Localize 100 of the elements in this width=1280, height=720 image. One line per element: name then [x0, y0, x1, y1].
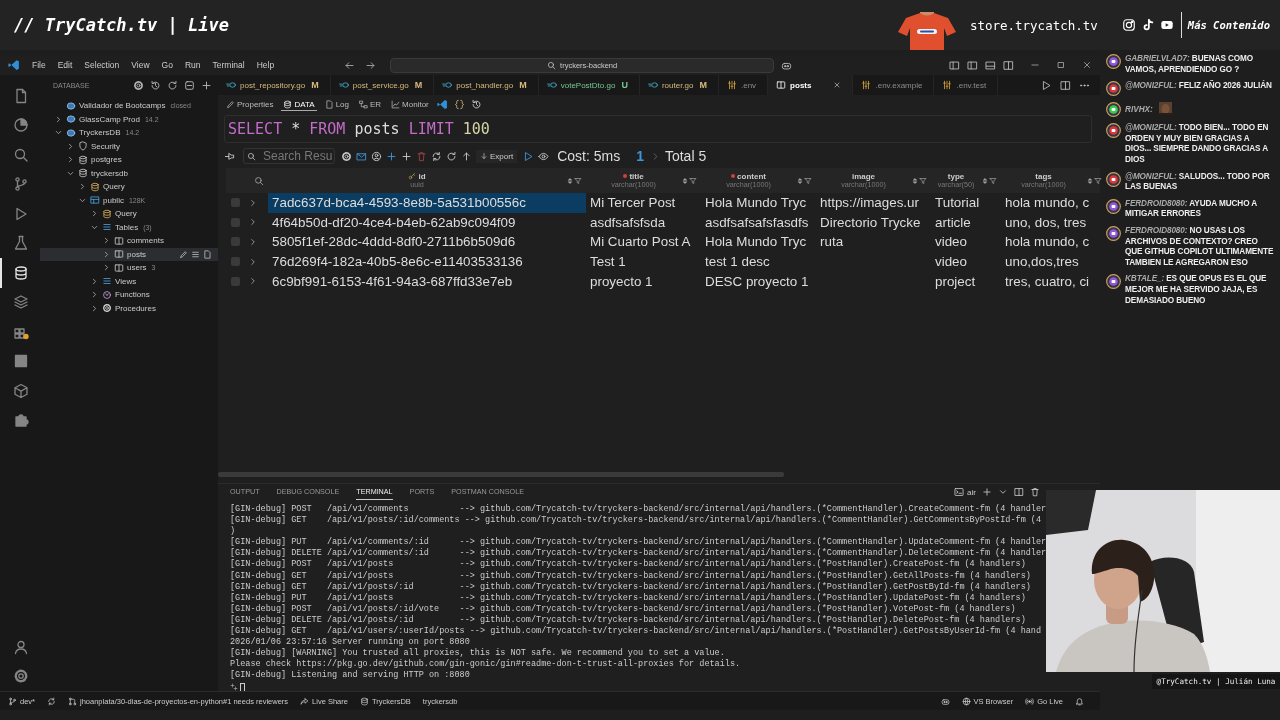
sort-icon[interactable] [796, 176, 804, 185]
add-icon[interactable] [386, 150, 397, 162]
tree-item[interactable]: comments [40, 234, 218, 248]
tree-item[interactable]: Query [40, 180, 218, 194]
add-icon[interactable] [982, 487, 992, 497]
file-icon[interactable] [203, 249, 212, 259]
editor-tab[interactable]: posts [768, 75, 854, 95]
tree-item[interactable]: posts [40, 247, 218, 261]
search-icon[interactable] [254, 175, 264, 186]
sort-icon[interactable] [681, 176, 689, 185]
editor-tab[interactable]: router.go M [639, 75, 719, 95]
sort-icon[interactable] [1086, 176, 1094, 185]
filter-icon[interactable] [804, 176, 812, 185]
menu-item[interactable]: Terminal [212, 60, 245, 70]
sync-icon[interactable] [47, 696, 56, 706]
chevron-icon[interactable] [66, 155, 75, 165]
editor-tab[interactable]: post_service.go M [330, 75, 435, 95]
editor-tab[interactable]: post_handler.go M [434, 75, 539, 95]
chevron-icon[interactable] [90, 276, 99, 286]
split-terminal-icon[interactable] [1014, 487, 1024, 497]
mail-icon[interactable] [356, 150, 367, 162]
sort-icon[interactable] [981, 176, 989, 185]
row-checkbox[interactable] [231, 257, 240, 267]
column-name[interactable]: type [947, 171, 965, 181]
search-field[interactable]: Search Resu [243, 148, 335, 164]
column-name[interactable]: image [851, 171, 876, 181]
edit-icon[interactable] [179, 249, 188, 259]
tree-item[interactable]: tryckersdb [40, 166, 218, 180]
expand-icon[interactable] [248, 217, 258, 228]
tree-item[interactable]: Security [40, 139, 218, 153]
editor-tab[interactable]: .env.example [853, 75, 935, 95]
menu-item[interactable]: Run [184, 60, 201, 70]
settings-icon[interactable] [13, 668, 29, 685]
store-url[interactable]: store.trycatch.tv [969, 17, 1098, 33]
filter-icon[interactable] [1094, 176, 1102, 185]
row-checkbox[interactable] [231, 217, 240, 227]
terminal-selector[interactable]: air [954, 487, 976, 497]
vscode-logo-icon[interactable] [436, 99, 448, 110]
expand-icon[interactable] [248, 256, 258, 267]
editor-tab[interactable]: post_repository.go M [218, 75, 331, 95]
settings-icon[interactable] [133, 79, 144, 91]
tree-item[interactable]: Procedures [40, 301, 218, 315]
menu-item[interactable]: Go [161, 60, 173, 70]
export-button[interactable]: Export [476, 149, 518, 163]
expand-icon[interactable] [248, 276, 258, 287]
chevron-icon[interactable] [102, 249, 111, 259]
eye-icon[interactable] [538, 150, 550, 162]
chevron-icon[interactable] [102, 263, 111, 273]
upload-icon[interactable] [461, 150, 472, 162]
collapse-icon[interactable] [184, 79, 195, 91]
forward-arrow-icon[interactable] [365, 59, 377, 71]
view-tab[interactable]: Log [322, 98, 351, 111]
filter-icon[interactable] [919, 176, 927, 185]
chevron-icon[interactable] [90, 209, 99, 219]
column-name[interactable]: title [623, 171, 644, 181]
tree-item[interactable]: Query [40, 207, 218, 221]
menu-item[interactable]: Edit [57, 60, 73, 70]
editor-tab[interactable]: votePostDto.go U [538, 75, 640, 95]
tree-item[interactable]: Functions [40, 288, 218, 302]
layout-icon[interactable] [1003, 59, 1014, 71]
chevron-icon[interactable] [66, 141, 75, 151]
settings-icon[interactable] [341, 150, 352, 162]
split-editor-icon[interactable] [1060, 79, 1071, 91]
filter-icon[interactable] [989, 176, 997, 185]
run-icon[interactable] [523, 150, 535, 162]
youtube-icon[interactable] [1159, 18, 1174, 32]
view-tab[interactable]: DATA [281, 98, 317, 111]
row-checkbox[interactable] [231, 198, 240, 208]
page-number[interactable]: 1 [636, 148, 644, 164]
menu-item[interactable]: Selection [84, 60, 120, 70]
close-icon[interactable] [833, 81, 842, 89]
sql-query-editor[interactable]: SELECT * FROM posts LIMIT 100 [224, 115, 1092, 143]
menu-item[interactable]: File [32, 60, 46, 70]
list-icon[interactable] [191, 249, 200, 259]
menu-item[interactable]: Help [256, 60, 275, 70]
chevron-icon[interactable] [54, 114, 63, 124]
editor-tab[interactable]: .env.test [934, 75, 999, 95]
view-tab[interactable]: Properties [224, 98, 276, 111]
copilot-icon[interactable] [940, 696, 950, 706]
filter-icon[interactable] [574, 176, 582, 185]
history-icon[interactable] [470, 99, 482, 110]
close-icon[interactable] [1082, 60, 1092, 70]
refresh-icon[interactable] [167, 79, 178, 91]
restore-icon[interactable] [1056, 60, 1066, 70]
user-icon[interactable] [371, 150, 382, 162]
filter-icon[interactable] [689, 176, 697, 185]
bell-icon[interactable] [1075, 696, 1084, 706]
chevron-icon[interactable] [90, 303, 99, 313]
layout-icon[interactable] [967, 59, 978, 71]
layout-icon[interactable] [949, 59, 960, 71]
expand-icon[interactable] [248, 237, 258, 247]
chevron-icon[interactable] [102, 236, 111, 246]
tree-item[interactable]: Views [40, 274, 218, 288]
row-checkbox[interactable] [231, 276, 240, 286]
account-icon[interactable] [13, 638, 29, 655]
sort-icon[interactable] [911, 176, 919, 185]
add-icon[interactable] [201, 79, 212, 91]
chevron-icon[interactable] [90, 290, 99, 300]
tree-item[interactable]: postgres [40, 153, 218, 167]
back-arrow-icon[interactable] [344, 59, 356, 71]
